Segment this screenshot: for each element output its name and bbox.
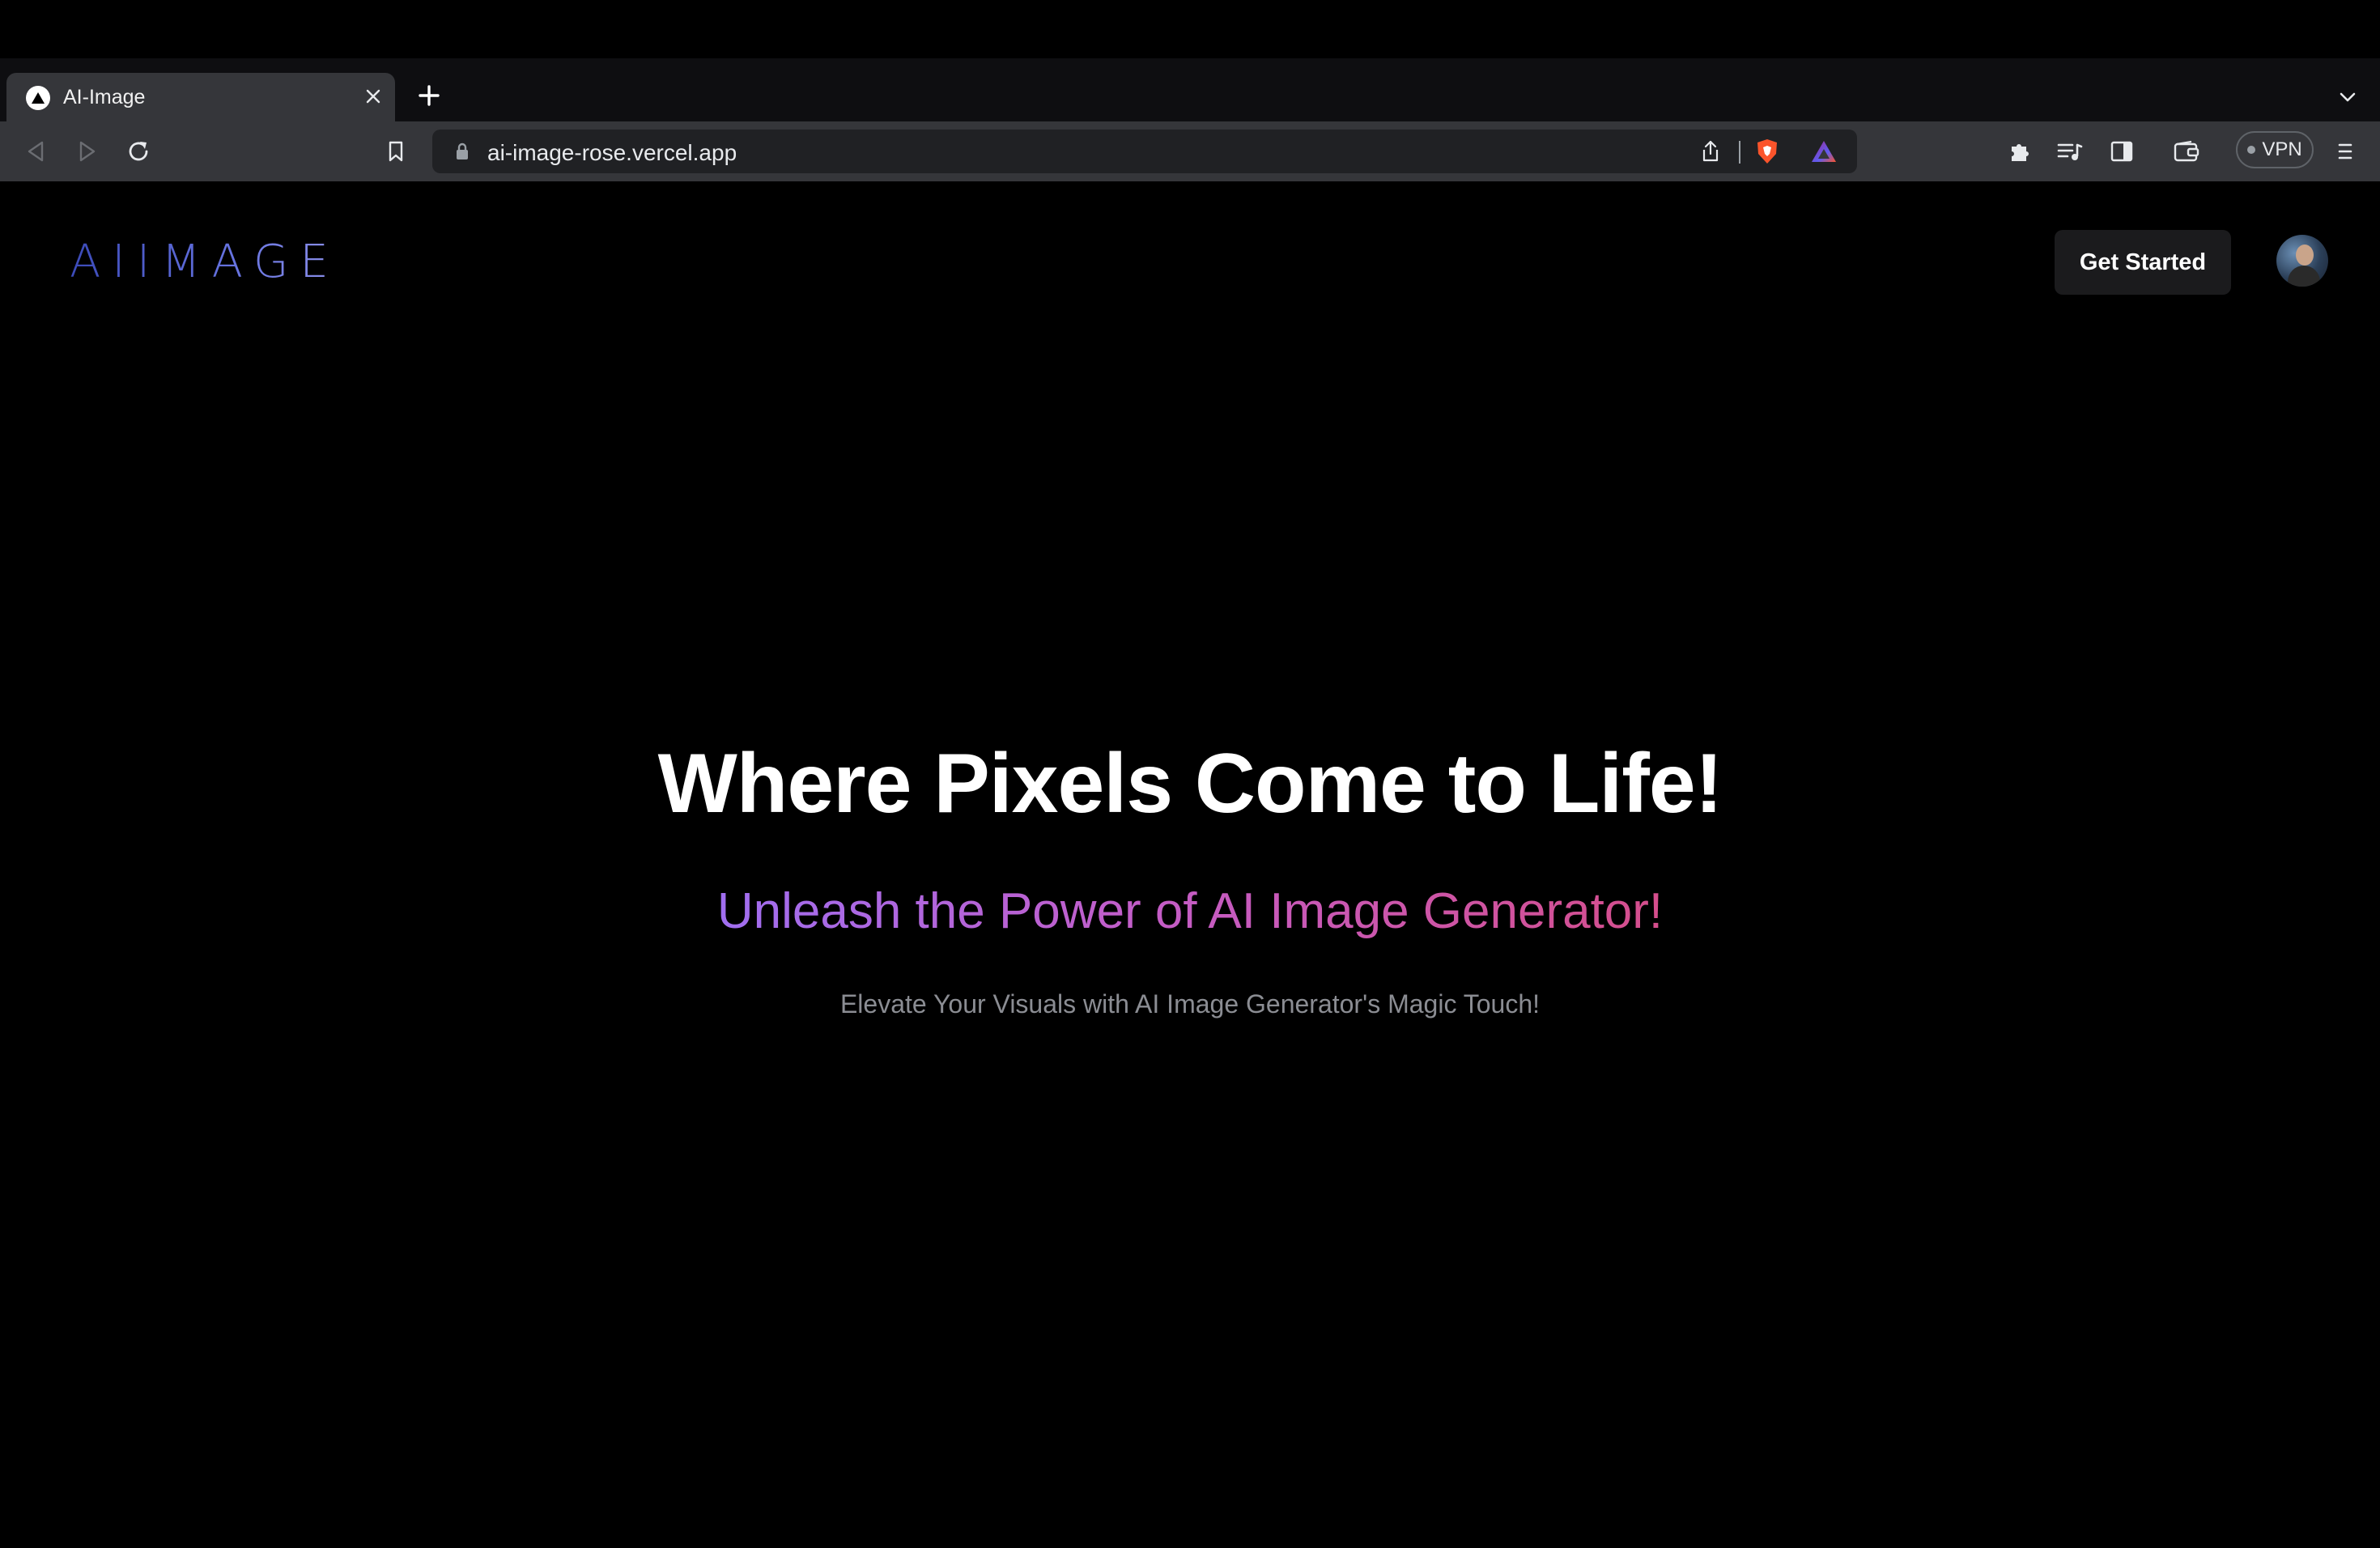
hamburger-menu-icon[interactable] — [2328, 134, 2362, 168]
hero-tagline: Elevate Your Visuals with AI Image Gener… — [839, 989, 1541, 1019]
get-started-button[interactable]: Get Started — [2055, 230, 2231, 295]
divider — [1739, 141, 1740, 164]
avatar-head — [2296, 245, 2314, 266]
vpn-status-dot — [2247, 146, 2256, 154]
playlist-icon[interactable] — [2053, 134, 2087, 168]
vpn-button[interactable]: VPN — [2236, 131, 2314, 168]
page-content: AIIMAGE Get Started Where Pixels Come to… — [0, 181, 2380, 1548]
vpn-label: VPN — [2262, 138, 2302, 160]
close-icon[interactable] — [361, 84, 385, 108]
site-logo[interactable]: AIIMAGE — [70, 240, 340, 285]
tab-title: AI-Image — [63, 86, 146, 108]
plus-icon[interactable] — [414, 81, 444, 110]
back-arrow-icon[interactable] — [19, 134, 53, 168]
tab-strip: AI-Image — [0, 58, 2380, 121]
avatar[interactable] — [2276, 235, 2328, 287]
wallet-icon[interactable] — [2170, 134, 2204, 168]
hero-headline: Where Pixels Come to Life! — [657, 737, 1723, 831]
brave-shield-icon[interactable] — [1752, 136, 1783, 167]
window-top-bar — [0, 0, 2380, 58]
url-text[interactable]: ai-image-rose.vercel.app — [487, 140, 737, 166]
address-bar[interactable]: ai-image-rose.vercel.app — [432, 130, 1857, 173]
share-icon[interactable] — [1695, 136, 1726, 167]
forward-arrow-icon[interactable] — [70, 134, 104, 168]
triangle-logo-icon — [26, 86, 50, 110]
hero-subheadline-wrap: Unleash the Power of AI Image Generator! — [0, 879, 2380, 944]
reload-icon[interactable] — [121, 134, 155, 168]
avatar-body — [2288, 266, 2320, 287]
tab-ai-image[interactable]: AI-Image — [6, 73, 395, 121]
browser-toolbar: ai-image-rose.vercel.app VPN — [0, 121, 2380, 181]
lock-icon[interactable] — [452, 140, 473, 163]
sidebar-icon[interactable] — [2105, 134, 2139, 168]
puzzle-icon[interactable] — [2003, 134, 2037, 168]
chevron-down-icon[interactable] — [2331, 83, 2364, 112]
hero-subheadline: Unleash the Power of AI Image Generator! — [717, 879, 1663, 944]
bookmark-icon[interactable] — [379, 134, 413, 168]
brave-rewards-icon[interactable] — [1808, 136, 1839, 167]
